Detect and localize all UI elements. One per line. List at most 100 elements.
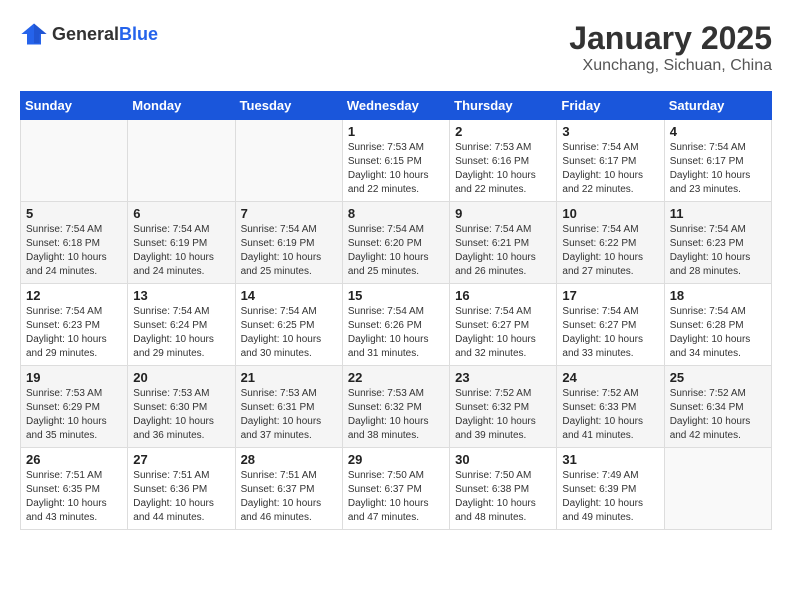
- calendar-cell: 4 Sunrise: 7:54 AM Sunset: 6:17 PM Daylig…: [664, 120, 771, 202]
- calendar-cell: 30 Sunrise: 7:50 AM Sunset: 6:38 PM Dayli…: [450, 448, 557, 530]
- calendar-cell: 6Sunrise: 7:54 AM Sunset: 6:19 PM Daylig…: [128, 202, 235, 284]
- calendar-cell: 10 Sunrise: 7:54 AM Sunset: 6:22 PM Dayli…: [557, 202, 664, 284]
- day-header-monday: Monday: [128, 92, 235, 120]
- day-number: 13: [133, 288, 229, 303]
- day-number: 25: [670, 370, 766, 385]
- calendar-cell: 1 Sunrise: 7:53 AM Sunset: 6:15 PM Daylig…: [342, 120, 449, 202]
- day-info: Sunrise: 7:54 AM Sunset: 6:19 PM Dayligh…: [133, 223, 229, 279]
- title-area: January 2025 Xunchang, Sichuan, China: [569, 20, 772, 75]
- day-info: Sunrise: 7:53 AM Sunset: 6:29 PM Dayligh…: [26, 387, 122, 443]
- month-title: January 2025: [569, 20, 772, 57]
- day-info: Sunrise: 7:54 AM Sunset: 6:17 PM Dayligh…: [670, 141, 766, 197]
- day-number: 18: [670, 288, 766, 303]
- day-info: Sunrise: 7:51 AM Sunset: 6:37 PM Dayligh…: [241, 469, 337, 525]
- day-info: Sunrise: 7:54 AM Sunset: 6:17 PM Dayligh…: [562, 141, 658, 197]
- day-number: 3: [562, 124, 658, 139]
- logo: GeneralBlue: [20, 20, 158, 48]
- day-info: Sunrise: 7:53 AM Sunset: 6:16 PM Dayligh…: [455, 141, 551, 197]
- day-info: Sunrise: 7:52 AM Sunset: 6:33 PM Dayligh…: [562, 387, 658, 443]
- day-number: 17: [562, 288, 658, 303]
- calendar-cell: 20Sunrise: 7:53 AM Sunset: 6:30 PM Dayli…: [128, 366, 235, 448]
- day-number: 16: [455, 288, 551, 303]
- day-info: Sunrise: 7:54 AM Sunset: 6:22 PM Dayligh…: [562, 223, 658, 279]
- logo-general: General: [52, 24, 119, 44]
- calendar-cell: [21, 120, 128, 202]
- day-info: Sunrise: 7:50 AM Sunset: 6:38 PM Dayligh…: [455, 469, 551, 525]
- day-header-saturday: Saturday: [664, 92, 771, 120]
- day-info: Sunrise: 7:53 AM Sunset: 6:31 PM Dayligh…: [241, 387, 337, 443]
- day-number: 7: [241, 206, 337, 221]
- day-number: 24: [562, 370, 658, 385]
- calendar-cell: 24 Sunrise: 7:52 AM Sunset: 6:33 PM Dayli…: [557, 366, 664, 448]
- day-header-tuesday: Tuesday: [235, 92, 342, 120]
- calendar-cell: [235, 120, 342, 202]
- day-info: Sunrise: 7:54 AM Sunset: 6:27 PM Dayligh…: [455, 305, 551, 361]
- day-number: 10: [562, 206, 658, 221]
- calendar-cell: 5 Sunrise: 7:54 AM Sunset: 6:18 PM Daylig…: [21, 202, 128, 284]
- day-info: Sunrise: 7:53 AM Sunset: 6:15 PM Dayligh…: [348, 141, 444, 197]
- day-info: Sunrise: 7:54 AM Sunset: 6:27 PM Dayligh…: [562, 305, 658, 361]
- day-info: Sunrise: 7:51 AM Sunset: 6:36 PM Dayligh…: [133, 469, 229, 525]
- day-number: 20: [133, 370, 229, 385]
- location: Xunchang, Sichuan, China: [569, 57, 772, 75]
- calendar-cell: 9Sunrise: 7:54 AM Sunset: 6:21 PM Daylig…: [450, 202, 557, 284]
- calendar-cell: 18 Sunrise: 7:54 AM Sunset: 6:28 PM Dayli…: [664, 284, 771, 366]
- day-info: Sunrise: 7:54 AM Sunset: 6:23 PM Dayligh…: [26, 305, 122, 361]
- calendar-cell: 31Sunrise: 7:49 AM Sunset: 6:39 PM Dayli…: [557, 448, 664, 530]
- logo-blue: Blue: [119, 24, 158, 44]
- day-info: Sunrise: 7:50 AM Sunset: 6:37 PM Dayligh…: [348, 469, 444, 525]
- day-number: 8: [348, 206, 444, 221]
- calendar-cell: 22 Sunrise: 7:53 AM Sunset: 6:32 PM Dayli…: [342, 366, 449, 448]
- day-header-friday: Friday: [557, 92, 664, 120]
- calendar-cell: 27 Sunrise: 7:51 AM Sunset: 6:36 PM Dayli…: [128, 448, 235, 530]
- day-number: 23: [455, 370, 551, 385]
- day-info: Sunrise: 7:54 AM Sunset: 6:28 PM Dayligh…: [670, 305, 766, 361]
- day-number: 14: [241, 288, 337, 303]
- day-info: Sunrise: 7:52 AM Sunset: 6:34 PM Dayligh…: [670, 387, 766, 443]
- day-info: Sunrise: 7:54 AM Sunset: 6:21 PM Dayligh…: [455, 223, 551, 279]
- day-info: Sunrise: 7:54 AM Sunset: 6:20 PM Dayligh…: [348, 223, 444, 279]
- day-number: 28: [241, 452, 337, 467]
- day-number: 12: [26, 288, 122, 303]
- calendar-cell: 19 Sunrise: 7:53 AM Sunset: 6:29 PM Dayli…: [21, 366, 128, 448]
- day-number: 19: [26, 370, 122, 385]
- calendar-cell: 23Sunrise: 7:52 AM Sunset: 6:32 PM Dayli…: [450, 366, 557, 448]
- calendar-cell: 12 Sunrise: 7:54 AM Sunset: 6:23 PM Dayli…: [21, 284, 128, 366]
- calendar-cell: 7 Sunrise: 7:54 AM Sunset: 6:19 PM Daylig…: [235, 202, 342, 284]
- day-info: Sunrise: 7:54 AM Sunset: 6:18 PM Dayligh…: [26, 223, 122, 279]
- logo-icon: [20, 20, 48, 48]
- day-info: Sunrise: 7:53 AM Sunset: 6:32 PM Dayligh…: [348, 387, 444, 443]
- calendar-cell: 15 Sunrise: 7:54 AM Sunset: 6:26 PM Dayli…: [342, 284, 449, 366]
- day-number: 21: [241, 370, 337, 385]
- day-number: 26: [26, 452, 122, 467]
- day-number: 30: [455, 452, 551, 467]
- calendar-cell: [664, 448, 771, 530]
- calendar-cell: 3 Sunrise: 7:54 AM Sunset: 6:17 PM Daylig…: [557, 120, 664, 202]
- day-info: Sunrise: 7:54 AM Sunset: 6:19 PM Dayligh…: [241, 223, 337, 279]
- day-number: 29: [348, 452, 444, 467]
- calendar-cell: 11Sunrise: 7:54 AM Sunset: 6:23 PM Dayli…: [664, 202, 771, 284]
- calendar-cell: 8 Sunrise: 7:54 AM Sunset: 6:20 PM Daylig…: [342, 202, 449, 284]
- day-number: 2: [455, 124, 551, 139]
- day-number: 31: [562, 452, 658, 467]
- calendar-cell: 25 Sunrise: 7:52 AM Sunset: 6:34 PM Dayli…: [664, 366, 771, 448]
- day-number: 5: [26, 206, 122, 221]
- day-number: 22: [348, 370, 444, 385]
- day-number: 11: [670, 206, 766, 221]
- day-number: 15: [348, 288, 444, 303]
- day-number: 1: [348, 124, 444, 139]
- day-info: Sunrise: 7:54 AM Sunset: 6:26 PM Dayligh…: [348, 305, 444, 361]
- calendar-cell: 17 Sunrise: 7:54 AM Sunset: 6:27 PM Dayli…: [557, 284, 664, 366]
- calendar-cell: 21 Sunrise: 7:53 AM Sunset: 6:31 PM Dayli…: [235, 366, 342, 448]
- calendar-cell: 2 Sunrise: 7:53 AM Sunset: 6:16 PM Daylig…: [450, 120, 557, 202]
- calendar-cell: 14 Sunrise: 7:54 AM Sunset: 6:25 PM Dayli…: [235, 284, 342, 366]
- day-info: Sunrise: 7:54 AM Sunset: 6:24 PM Dayligh…: [133, 305, 229, 361]
- day-header-sunday: Sunday: [21, 92, 128, 120]
- day-number: 27: [133, 452, 229, 467]
- day-info: Sunrise: 7:54 AM Sunset: 6:25 PM Dayligh…: [241, 305, 337, 361]
- page-header: GeneralBlue January 2025 Xunchang, Sichu…: [20, 20, 772, 75]
- day-number: 4: [670, 124, 766, 139]
- calendar-cell: 13 Sunrise: 7:54 AM Sunset: 6:24 PM Dayli…: [128, 284, 235, 366]
- calendar-cell: [128, 120, 235, 202]
- day-header-thursday: Thursday: [450, 92, 557, 120]
